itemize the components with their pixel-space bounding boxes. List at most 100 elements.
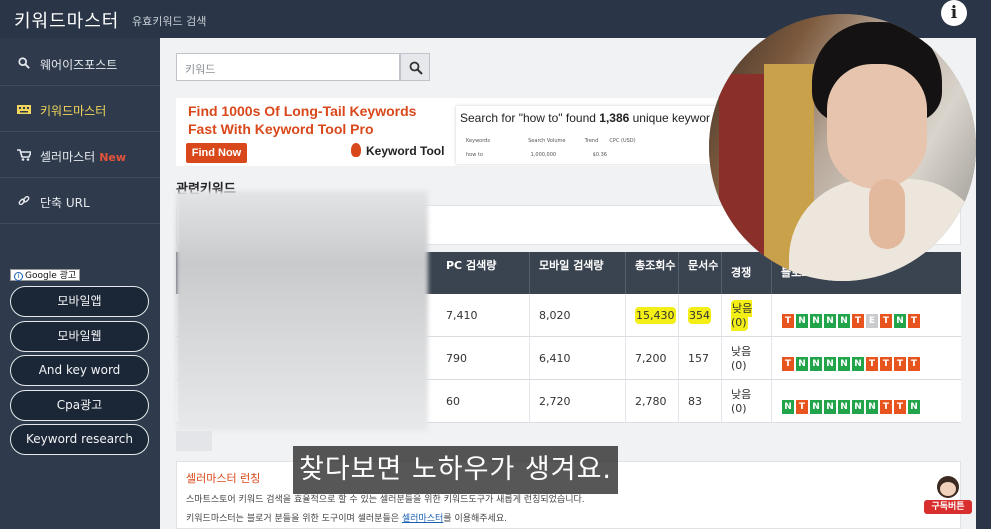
rank-badge: T [796,400,808,414]
cell-mobile: 2,720 [530,380,626,423]
keyboard-icon [17,105,31,114]
cell-pc: 790 [437,337,530,380]
rank-badge: N [838,357,850,371]
rank-badge: N [838,400,850,414]
search-button[interactable] [400,53,430,81]
subscribe-logo[interactable]: 구독버튼 [924,476,972,514]
rank-badge: N [824,314,836,328]
rank-badge: N [796,357,808,371]
sidebar-item-label: 키워드마스터 [40,104,107,118]
rank-badge: T [880,357,892,371]
new-badge: New [99,151,127,164]
subscribe-label: 구독버튼 [924,500,972,514]
seller-notice-line2: 키워드마스터는 블로거 분들을 위한 도구이며 셀러분들은 셀러마스터를 이용해… [186,514,507,524]
banner-query-text: Search for "how to" found 1,386 unique k… [460,111,711,125]
rank-badge: N [810,400,822,414]
cell-docs: 157 [679,337,722,380]
keyword-tool-logo: Keyword Tool [351,143,444,158]
rank-badge: T [782,357,794,371]
rank-badge: T [894,357,906,371]
banner-mini-table-header: Keywords Search Volume Trend CPC (USD) [466,138,636,144]
rank-badge: T [880,314,892,328]
webcam-overlay [709,14,976,281]
col-pc-search[interactable]: PC 검색량 [437,252,530,294]
ad-pill-and-keyword[interactable]: And key word [10,355,149,386]
rank-badge: N [852,400,864,414]
banner-ad[interactable]: Find 1000s Of Long-Tail Keywords Fast Wi… [176,98,736,166]
find-now-button[interactable]: Find Now [186,143,247,163]
blog-rank-badges: TNNNNNTTTT [782,351,922,371]
google-ad-badge[interactable]: i Google 광고 [10,269,81,281]
search-icon [18,57,30,69]
cell-competition: 낮음 (0) [722,337,772,380]
sidebar-item-label: 셀러마스터 New [40,150,127,164]
ad-pill-mobile-web[interactable]: 모바일웹 [10,321,149,352]
blog-rank-badges: TNNNNTETNT [782,308,922,328]
rank-badge: T [908,357,920,371]
highlight-mark: 낮음 (0) [731,300,753,331]
col-total[interactable]: 총조회수 [626,252,679,294]
rank-badge: N [782,400,794,414]
search-placeholder: 키워드 [185,63,216,76]
cell-total: 7,200 [626,337,679,380]
rank-badge: N [810,357,822,371]
rank-badge: N [894,314,906,328]
rank-badge: N [824,400,836,414]
cell-total: 15,430 [626,294,679,337]
highlight-mark: 15,430 [635,307,676,324]
highlight-mark: 354 [688,307,711,324]
ad-pill-mobile-app[interactable]: 모바일앱 [10,286,149,317]
seller-notice-title: 셀러마스터 런칭 [186,472,261,485]
pagination-box[interactable] [176,431,212,451]
seller-master-link[interactable]: 셀러마스터 [402,514,443,524]
cell-mobile: 8,020 [530,294,626,337]
search-input[interactable]: 키워드 [176,53,400,81]
flame-icon [351,143,361,157]
blog-rank-badges: NTNNNNNTTN [782,394,922,414]
rank-badge: N [838,314,850,328]
rank-badge: T [782,314,794,328]
cell-docs: 83 [679,380,722,423]
rank-badge: E [866,314,878,328]
video-subtitle: 찾다보면 노하우가 생겨요. [293,446,618,494]
cell-docs: 354 [679,294,722,337]
banner-preview: Search for "how to" found 1,386 unique k… [456,106,736,164]
rank-badge: T [908,314,920,328]
brand-title[interactable]: 키워드마스터 [14,7,119,33]
link-icon [18,195,30,206]
rank-badge: N [852,357,864,371]
rank-badge: T [880,400,892,414]
cell-total: 2,780 [626,380,679,423]
ad-pill-cpa[interactable]: Cpa광고 [10,390,149,421]
sidebar-item-sellermaster[interactable]: 셀러마스터 New [0,132,160,178]
banner-mini-table-row: how to 1,000,000 $0.36 [466,152,607,158]
cart-icon [17,149,31,161]
rank-badge: T [852,314,864,328]
col-mobile-search[interactable]: 모바일 검색량 [530,252,626,294]
banner-headline: Find 1000s Of Long-Tail Keywords Fast Wi… [188,103,417,137]
sidebar-item-whereispost[interactable]: 웨어이즈포스트 [0,40,160,86]
rank-badge: T [866,357,878,371]
info-icon: i [14,272,23,281]
cell-pc: 60 [437,380,530,423]
search-icon [409,61,423,75]
sidebar-item-short-url[interactable]: 단축 URL [0,178,160,224]
rank-badge: N [866,400,878,414]
ad-pill-keyword-research[interactable]: Keyword research [10,424,149,455]
sidebar-item-label: 웨어이즈포스트 [40,58,118,72]
sidebar-item-label: 단축 URL [40,196,90,210]
rank-badge: T [894,400,906,414]
right-scroll-edge [976,38,991,529]
cell-pc: 7,410 [437,294,530,337]
rank-badge: N [908,400,920,414]
sidebar: 웨어이즈포스트 키워드마스터 셀러마스터 New 단축 URL i Google 광… [0,38,160,529]
brand-subtitle: 유효키워드 검색 [132,15,207,28]
sidebar-item-keywordmaster[interactable]: 키워드마스터 [0,86,160,132]
rank-badge: N [796,314,808,328]
blurred-keyword-column [176,191,428,431]
cell-competition: 낮음 (0) [722,294,772,337]
cell-mobile: 6,410 [530,337,626,380]
rank-badge: N [810,314,822,328]
presenter-face [827,64,927,189]
rank-badge: N [824,357,836,371]
